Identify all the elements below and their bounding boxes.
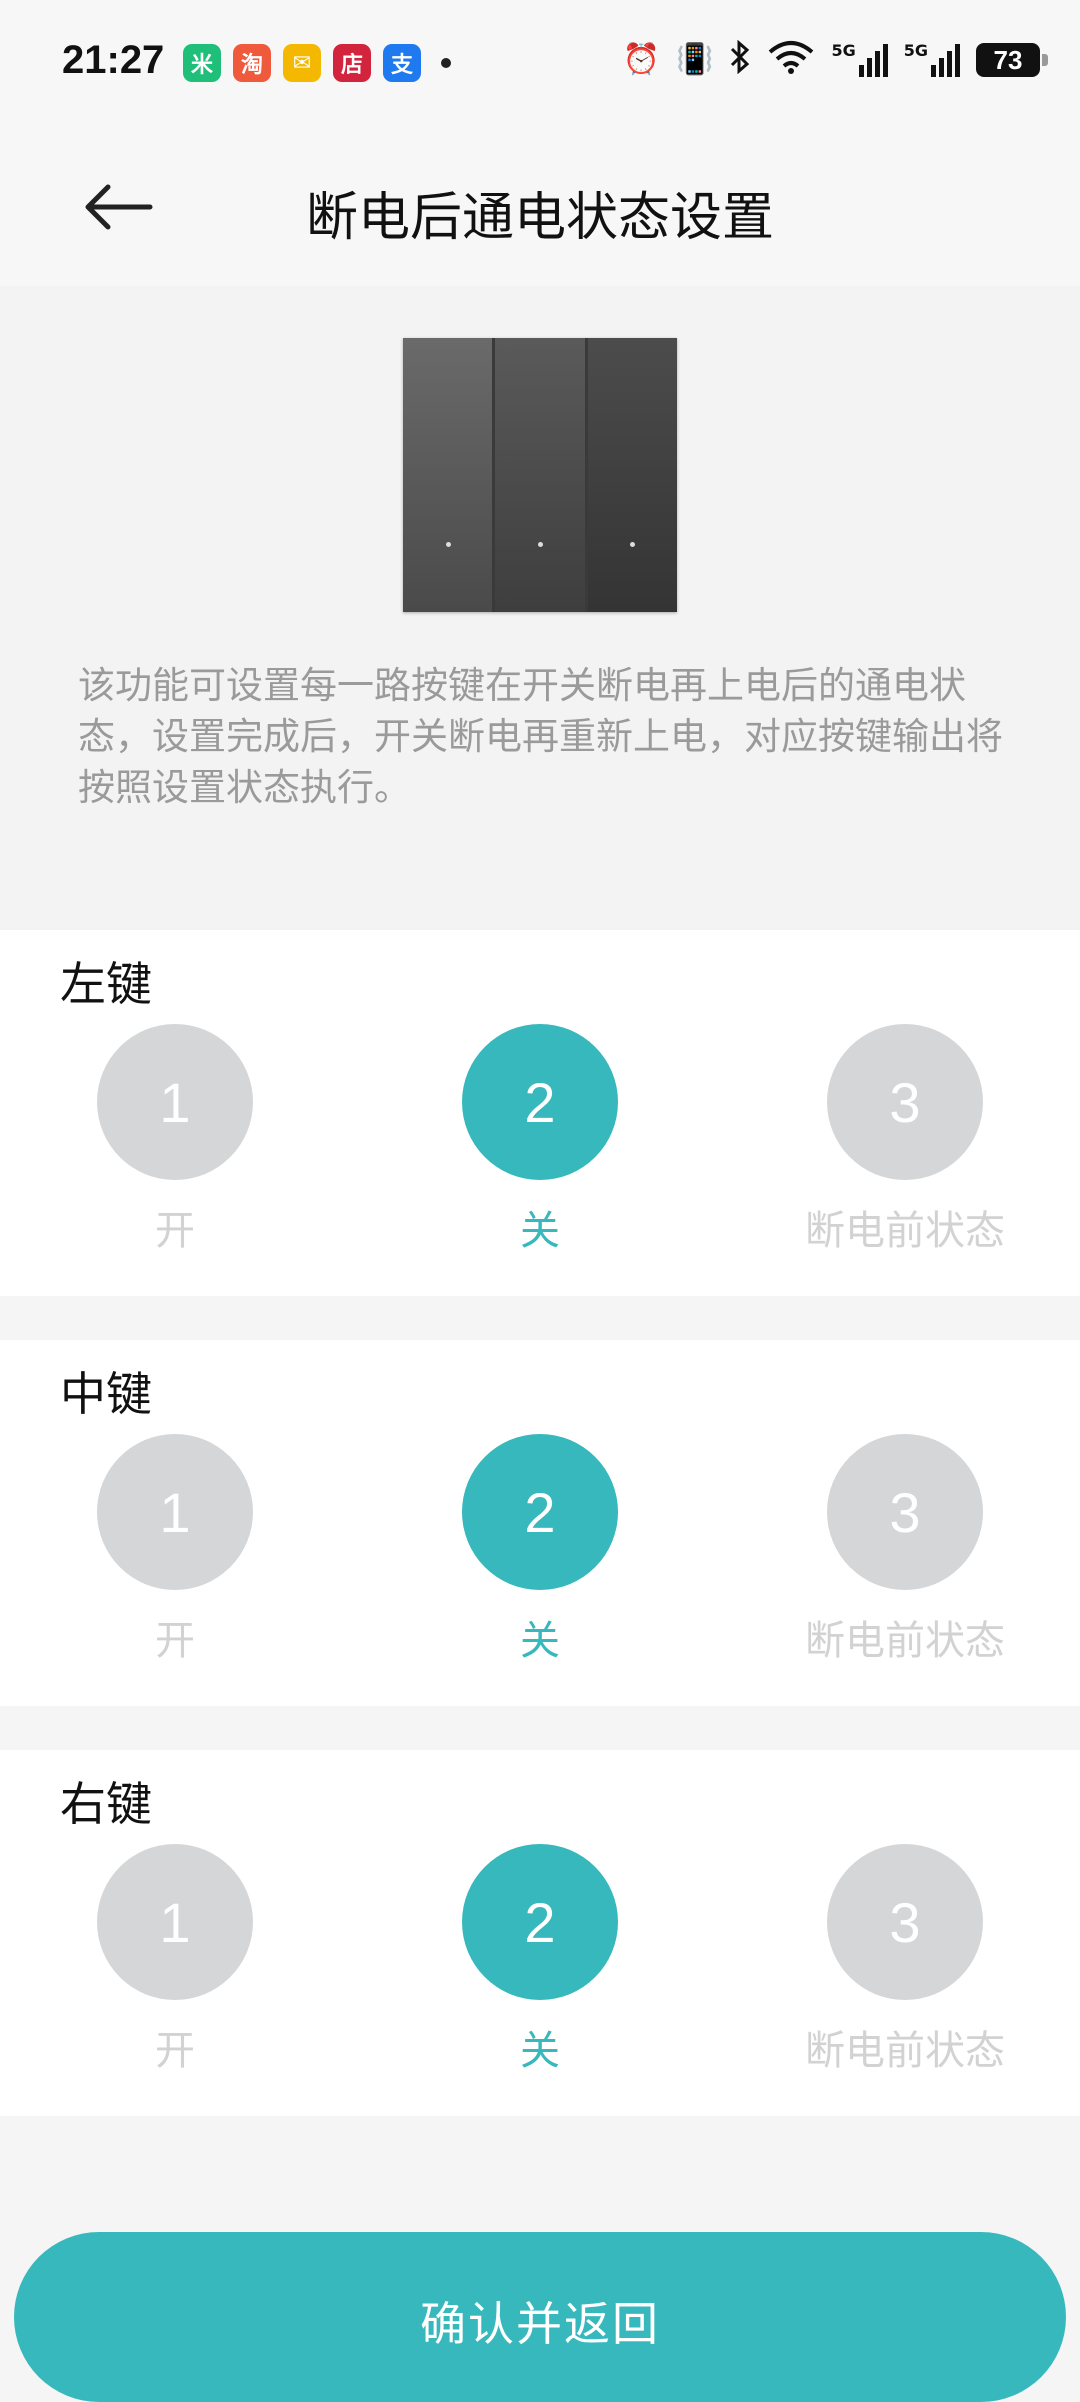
taobao-icon: 淘 [233,44,271,82]
left-key-section: 左键 1 开 2 关 3 断电前状态 [0,930,1080,1296]
option-off[interactable]: 2 关 [390,1024,690,1256]
option-number: 2 [462,1024,618,1180]
app-header: 断电后通电状态设置 [0,130,1080,286]
option-on[interactable]: 1 开 [25,1434,325,1666]
option-number: 2 [462,1434,618,1590]
network-type-2: 5G [903,41,928,60]
option-label: 关 [520,1618,560,1664]
option-on[interactable]: 1 开 [25,1024,325,1256]
option-number: 3 [827,1024,983,1180]
confirm-and-return-button[interactable]: 确认并返回 [14,2232,1066,2402]
notification-icons: 米 淘 ✉ 店 支 [183,44,451,82]
option-off[interactable]: 2 关 [390,1434,690,1666]
option-label: 开 [155,1618,195,1664]
switch-panel-middle [495,338,585,612]
option-label: 开 [155,1208,195,1254]
feature-description: 该功能可设置每一路按键在开关断电再上电后的通电状态，设置完成后，开关断电再重新上… [78,664,1003,809]
mi-home-icon: 米 [183,44,221,82]
status-bar: 21:27 米 淘 ✉ 店 支 ⏰ 📳 5G 5G 73 [0,0,1080,130]
option-previous-state[interactable]: 3 断电前状态 [755,1434,1055,1666]
system-icons: ⏰ 📳 5G 5G 73 [622,39,1048,80]
option-label: 开 [155,2028,195,2074]
more-notifications-dot [441,58,451,68]
signal-icon: 5G [831,41,888,77]
option-label: 关 [520,2028,560,2074]
option-label: 断电前状态 [805,1208,1005,1254]
option-number: 3 [827,1844,983,2000]
wifi-icon [767,40,815,80]
status-time: 21:27 [62,38,165,82]
key-label: 中键 [60,1367,152,1421]
vibrate-icon: 📳 [676,42,714,77]
option-label: 断电前状态 [805,1618,1005,1664]
page-title: 断电后通电状态设置 [305,188,774,248]
option-on[interactable]: 1 开 [25,1844,325,2076]
option-number: 3 [827,1434,983,1590]
option-label: 关 [520,1208,560,1254]
switch-device-image [403,338,677,612]
option-number: 1 [97,1844,253,2000]
switch-panel-left [403,338,493,612]
intro-section: 该功能可设置每一路按键在开关断电再上电后的通电状态，设置完成后，开关断电再重新上… [0,286,1080,930]
key-label: 右键 [60,1777,152,1831]
key-label: 左键 [60,957,152,1011]
option-number: 1 [97,1434,253,1590]
store-icon: 店 [333,44,371,82]
alarm-icon: ⏰ [622,42,661,77]
option-number: 2 [462,1844,618,2000]
bluetooth-icon [729,39,751,80]
middle-key-section: 中键 1 开 2 关 3 断电前状态 [0,1340,1080,1706]
option-label: 断电前状态 [805,2028,1005,2074]
battery-indicator: 73 [976,43,1048,77]
alipay-icon: 支 [383,44,421,82]
option-number: 1 [97,1024,253,1180]
network-type: 5G [831,41,856,60]
signal-icon-2: 5G [904,43,960,77]
option-previous-state[interactable]: 3 断电前状态 [755,1844,1055,2076]
mail-icon: ✉ [283,44,321,82]
switch-panel-right [587,338,677,612]
option-previous-state[interactable]: 3 断电前状态 [755,1024,1055,1256]
option-off[interactable]: 2 关 [390,1844,690,2076]
right-key-section: 右键 1 开 2 关 3 断电前状态 [0,1750,1080,2116]
